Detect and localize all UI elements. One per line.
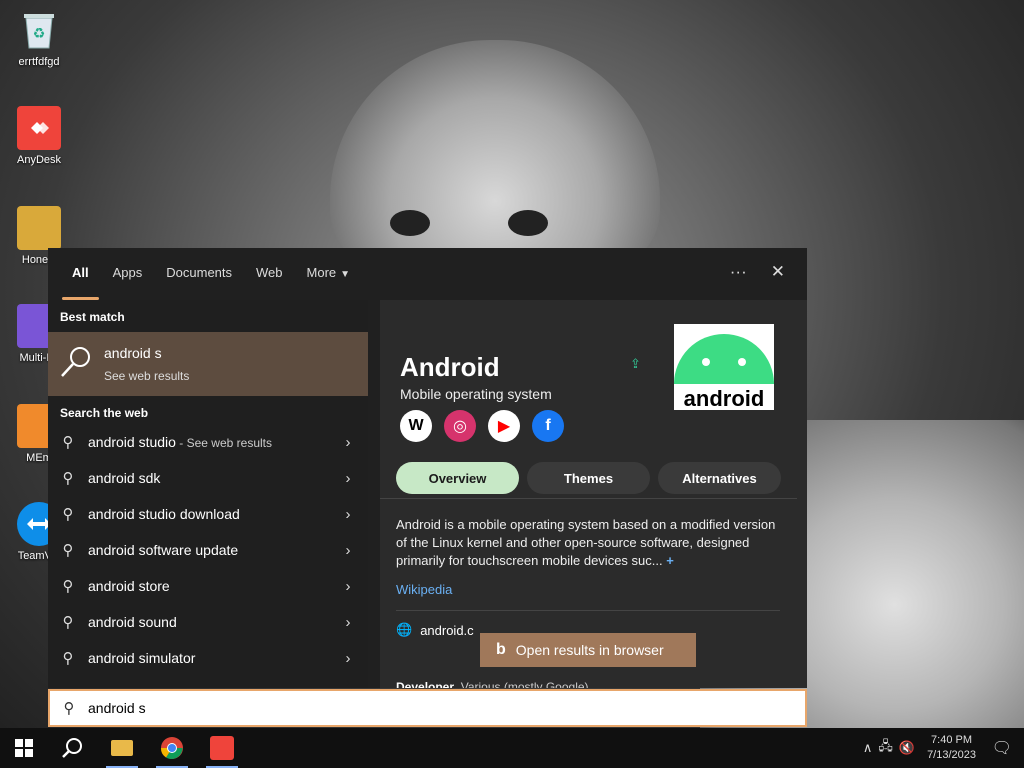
search-tabs: All Apps Documents Web More ▼ (48, 248, 807, 300)
divider (380, 498, 797, 499)
tab-documents[interactable]: Documents (154, 248, 244, 300)
folder-icon (17, 206, 61, 250)
pill-overview[interactable]: Overview (396, 462, 519, 494)
wikipedia-icon[interactable]: W (400, 410, 432, 442)
wikipedia-link[interactable]: Wikipedia (396, 582, 452, 597)
tab-all[interactable]: All (60, 248, 101, 300)
recycle-bin-icon: ♻ (17, 8, 61, 52)
more-options-icon[interactable]: ··· (730, 262, 747, 282)
search-icon (61, 347, 90, 377)
pill-alternatives[interactable]: Alternatives (658, 462, 781, 494)
facebook-icon[interactable]: f (532, 410, 564, 442)
instagram-icon[interactable]: ◎ (444, 410, 476, 442)
best-match-title: android s (104, 345, 162, 361)
wallpaper-eye (508, 210, 548, 236)
svg-text:♻: ♻ (33, 25, 46, 41)
social-links: W ◎ ▶ f (400, 410, 564, 442)
suggestion-item[interactable]: ⚲ android sdk › (48, 460, 368, 496)
search-web-heading: Search the web (60, 406, 149, 420)
search-taskbar-button[interactable] (48, 728, 96, 768)
chevron-right-icon[interactable]: › (328, 434, 368, 451)
clock[interactable]: 7:40 PM 7/13/2023 (927, 733, 976, 763)
search-icon: ⚲ (62, 542, 74, 559)
share-icon[interactable]: ⇪ (630, 356, 641, 372)
search-icon: ⚲ (62, 470, 74, 487)
panel-tools: ··· ✕ (730, 262, 785, 282)
expand-description-button[interactable]: + (666, 553, 674, 568)
anydesk-icon (210, 736, 234, 760)
volume-muted-icon[interactable]: 🔇 (899, 740, 915, 756)
taskbar: ∧ 🖧 🔇 7:40 PM 7/13/2023 🗨 (0, 728, 1024, 768)
windows-icon (15, 739, 33, 757)
system-tray: ∧ 🖧 🔇 7:40 PM 7/13/2023 (863, 728, 976, 768)
preview-tabs: Overview Themes Alternatives (396, 462, 781, 494)
bing-icon: b (496, 641, 506, 658)
open-results-in-browser-button[interactable]: b Open results in browser (480, 633, 696, 667)
preview-title: Android (400, 352, 500, 382)
tab-apps[interactable]: Apps (101, 248, 155, 300)
chevron-up-icon[interactable]: ∧ (863, 740, 873, 756)
search-input[interactable] (88, 700, 768, 716)
start-button[interactable] (0, 728, 48, 768)
chevron-right-icon[interactable]: › (328, 578, 368, 595)
tab-web[interactable]: Web (244, 248, 295, 300)
chrome-icon (160, 737, 183, 759)
anydesk-icon (17, 106, 61, 150)
android-logo: android (674, 324, 774, 410)
notification-icon[interactable]: 🗨 (992, 738, 1012, 758)
suggestion-item[interactable]: ⚲ android studio download › (48, 496, 368, 532)
search-box[interactable]: ⚲ (48, 689, 807, 727)
preview-subtitle: Mobile operating system (400, 386, 552, 402)
chevron-right-icon[interactable]: › (328, 542, 368, 559)
search-icon: ⚲ (62, 614, 74, 631)
globe-icon: 🌐 (396, 622, 413, 637)
desktop-icon-recycle-bin[interactable]: ♻ errtfdfgd (4, 8, 74, 68)
network-icon[interactable]: 🖧 (878, 737, 893, 759)
file-explorer-button[interactable] (98, 728, 146, 768)
close-icon[interactable]: ✕ (771, 262, 785, 282)
search-panel: All Apps Documents Web More ▼ ··· ✕ Best … (48, 248, 807, 688)
chrome-button[interactable] (148, 728, 196, 768)
chevron-down-icon: ▼ (340, 269, 351, 280)
wallpaper-leopard (330, 40, 660, 270)
search-icon: ⚲ (62, 434, 74, 451)
wallpaper-eye (390, 210, 430, 236)
youtube-icon[interactable]: ▶ (488, 410, 520, 442)
suggestion-item[interactable]: ⚲ android software update › (48, 532, 368, 568)
search-icon: ⚲ (62, 506, 74, 523)
divider (396, 610, 780, 611)
search-icon: ⚲ (62, 650, 74, 667)
suggestion-item[interactable]: ⚲ android sound › (48, 604, 368, 640)
preview-pane: Android Mobile operating system ⇪ androi… (380, 300, 807, 688)
search-icon (62, 738, 82, 758)
chevron-right-icon[interactable]: › (328, 506, 368, 523)
folder-icon (111, 740, 133, 756)
results-list: Best match android s See web results Sea… (48, 300, 368, 688)
tab-more[interactable]: More ▼ (295, 248, 363, 300)
suggestion-item[interactable]: ⚲ android simulator › (48, 640, 368, 676)
suggestion-item[interactable]: ⚲ android store › (48, 568, 368, 604)
pill-themes[interactable]: Themes (527, 462, 650, 494)
chevron-right-icon[interactable]: › (328, 470, 368, 487)
search-icon: ⚲ (63, 700, 75, 717)
best-match-item[interactable]: android s See web results (48, 332, 368, 396)
chevron-right-icon[interactable]: › (328, 614, 368, 631)
search-icon: ⚲ (62, 578, 74, 595)
official-site-link[interactable]: 🌐 android.c (396, 622, 474, 638)
anydesk-taskbar-button[interactable] (198, 728, 246, 768)
chevron-right-icon[interactable]: › (328, 650, 368, 667)
developer-info: Developer Various (mostly Google) (396, 680, 589, 688)
best-match-subtitle: See web results (104, 369, 190, 383)
preview-description: Android is a mobile operating system bas… (396, 517, 776, 568)
desktop-icon-anydesk[interactable]: AnyDesk (4, 106, 74, 166)
suggestion-item[interactable]: ⚲ android studio - See web results › (48, 424, 368, 460)
best-match-heading: Best match (60, 310, 125, 324)
